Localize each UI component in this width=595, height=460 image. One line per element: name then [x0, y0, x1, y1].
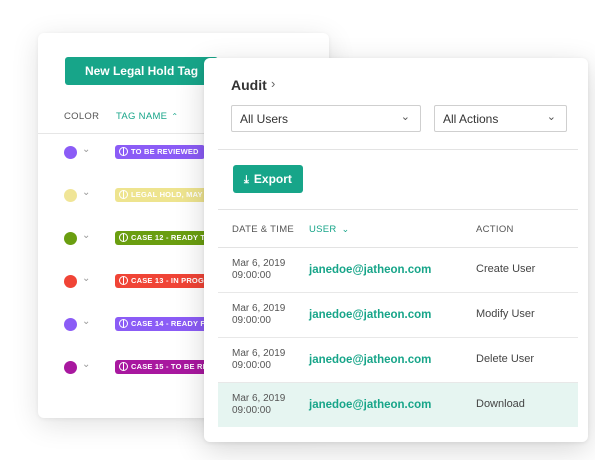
user-header-label: USER	[309, 224, 337, 235]
tag-pill: CASE 13 - IN PROGR	[115, 274, 216, 288]
color-swatch[interactable]	[64, 361, 77, 374]
time-text: 09:00:00	[232, 360, 271, 371]
globe-icon	[119, 146, 128, 156]
tag-pill: TO BE REVIEWED	[115, 145, 205, 159]
chevron-down-icon: ⌄	[400, 111, 410, 123]
user-email-link[interactable]: janedoe@jatheon.com	[309, 354, 431, 366]
sort-down-icon: ⌄	[341, 224, 350, 234]
chevron-down-icon: ⌄	[546, 111, 556, 123]
time-text: 09:00:00	[232, 270, 271, 281]
date-cell: Mar 6, 2019 09:00:00	[232, 258, 285, 282]
tag-label: CASE 13 - IN PROGR	[131, 276, 210, 285]
tag-pill: CASE 14 - READY FO	[115, 317, 218, 331]
tag-label: CASE 14 - READY FO	[131, 319, 212, 328]
audit-row[interactable]: Mar 6, 2019 09:00:00 janedoe@jatheon.com Cr…	[218, 248, 578, 293]
chevron-right-icon[interactable]: ›	[271, 76, 275, 91]
date-text: Mar 6, 2019	[232, 258, 286, 269]
action-cell: Delete User	[476, 353, 535, 365]
user-email-link[interactable]: janedoe@jatheon.com	[309, 264, 431, 276]
color-swatch[interactable]	[64, 146, 77, 159]
globe-icon	[119, 189, 128, 199]
tag-label: CASE 12 - READY TO	[131, 233, 212, 242]
time-text: 09:00:00	[232, 405, 271, 416]
date-text: Mar 6, 2019	[232, 393, 286, 404]
export-button[interactable]: ⤓ Export	[233, 165, 303, 193]
chevron-down-icon[interactable]: ⌄	[82, 273, 90, 284]
audit-table-header: DATE & TIME USER ⌄ ACTION	[218, 210, 578, 248]
color-swatch[interactable]	[64, 275, 77, 288]
color-swatch[interactable]	[64, 189, 77, 202]
user-filter-value: All Users	[240, 112, 289, 126]
action-filter-select[interactable]: All Actions ⌄	[434, 105, 567, 132]
export-label: Export	[253, 172, 292, 186]
globe-icon	[119, 361, 128, 371]
user-email-link[interactable]: janedoe@jatheon.com	[309, 399, 431, 411]
user-email-link[interactable]: janedoe@jatheon.com	[309, 309, 431, 321]
time-text: 09:00:00	[232, 315, 271, 326]
download-icon: ⤓	[244, 174, 249, 186]
action-cell: Create User	[476, 263, 536, 275]
date-column-header: DATE & TIME	[232, 224, 295, 235]
color-column-header: COLOR	[64, 111, 100, 122]
date-cell: Mar 6, 2019 09:00:00	[232, 303, 285, 327]
tag-pill: LEGAL HOLD, MAY	[115, 188, 209, 202]
audit-row[interactable]: Mar 6, 2019 09:00:00 janedoe@jatheon.com Mo…	[218, 293, 578, 338]
tag-label: CASE 15 - TO BE REV	[131, 362, 214, 371]
audit-row[interactable]: Mar 6, 2019 09:00:00 janedoe@jatheon.com De…	[218, 338, 578, 383]
date-text: Mar 6, 2019	[232, 348, 286, 359]
color-swatch[interactable]	[64, 232, 77, 245]
date-cell: Mar 6, 2019 09:00:00	[232, 393, 285, 417]
tag-label: LEGAL HOLD, MAY	[131, 190, 203, 199]
color-swatch[interactable]	[64, 318, 77, 331]
action-cell: Modify User	[476, 308, 535, 320]
tag-label: TO BE REVIEWED	[131, 147, 199, 156]
chevron-down-icon[interactable]: ⌄	[82, 144, 90, 155]
new-legal-hold-tag-button[interactable]: New Legal Hold Tag	[65, 57, 218, 85]
divider	[218, 149, 578, 150]
chevron-down-icon[interactable]: ⌄	[82, 230, 90, 241]
globe-icon	[119, 232, 128, 242]
chevron-down-icon[interactable]: ⌄	[82, 187, 90, 198]
date-cell: Mar 6, 2019 09:00:00	[232, 348, 285, 372]
user-column-header[interactable]: USER ⌄	[309, 224, 349, 235]
globe-icon	[119, 275, 128, 285]
tag-name-column-header[interactable]: TAG NAME ⌃	[116, 111, 178, 122]
tag-pill: CASE 12 - READY TO	[115, 231, 218, 245]
action-column-header: ACTION	[476, 224, 514, 235]
audit-row[interactable]: Mar 6, 2019 09:00:00 janedoe@jatheon.com Do…	[218, 383, 578, 427]
globe-icon	[119, 318, 128, 328]
sort-up-icon: ⌃	[171, 112, 179, 121]
audit-panel: Audit › All Users ⌄ All Actions ⌄ ⤓ Expor…	[204, 58, 588, 442]
user-filter-select[interactable]: All Users ⌄	[231, 105, 421, 132]
audit-title: Audit	[231, 77, 267, 93]
chevron-down-icon[interactable]: ⌄	[82, 359, 90, 370]
action-cell: Download	[476, 398, 525, 410]
chevron-down-icon[interactable]: ⌄	[82, 316, 90, 327]
tag-name-header-label: TAG NAME	[116, 111, 168, 122]
action-filter-value: All Actions	[443, 112, 499, 126]
date-text: Mar 6, 2019	[232, 303, 286, 314]
